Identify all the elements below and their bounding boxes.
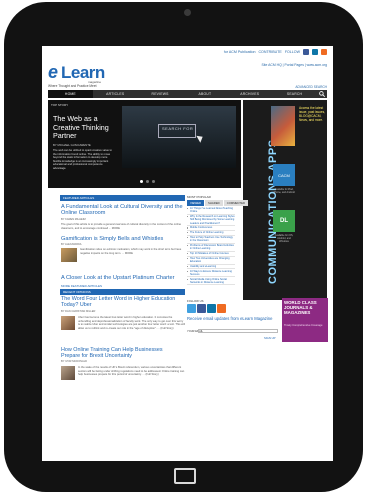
email-updates-heading: Receive email updates from eLearn Magazi…: [187, 316, 273, 321]
camera-dot: [184, 9, 191, 16]
follow-icons: [187, 304, 226, 313]
carousel-dot[interactable]: [146, 180, 149, 183]
tab-viewed[interactable]: VIEWED: [187, 200, 205, 206]
email-input[interactable]: [198, 329, 278, 333]
carousel-dots: [140, 180, 155, 183]
nav-articles[interactable]: ARTICLES: [93, 90, 138, 98]
opinion-summary: In the wake of the results of UK's Brexi…: [78, 366, 185, 376]
nav-reviews[interactable]: REVIEWS: [138, 90, 183, 98]
popular-tabs: VIEWED SHARED COMMENTED: [187, 200, 249, 206]
logo-tagline: Where Thought and Practice Meet: [48, 84, 97, 88]
header-links[interactable]: Site ACM HQ | Portal Pages | www.acm.org: [262, 63, 327, 67]
cacm-app-icon[interactable]: CACM: [273, 164, 295, 186]
top-links: for ACM Publication CONTRIBUTE FOLLOW: [224, 49, 327, 55]
list-item[interactable]: Problems of Discussion Board Activities …: [187, 244, 235, 252]
opinion-author: BY IVOR MCDONALD: [61, 360, 88, 363]
article-thumbnail[interactable]: [61, 248, 77, 262]
opinion-summary: Uber has become the latest four-letter w…: [78, 316, 185, 330]
hero-image-text: SEARCH FOR: [162, 126, 194, 131]
more-featured-articles-link[interactable]: MORE FEATURED ARTICLES: [61, 284, 102, 288]
hero-title[interactable]: The Web as a Creative Thinking Partner: [53, 114, 119, 141]
opinion-title[interactable]: The Word Four Letter Word in Higher Educ…: [61, 296, 183, 308]
hero-author: BY MICHAEL GUSCHWENTE: [53, 143, 91, 147]
follow-link[interactable]: FOLLOW: [285, 50, 300, 54]
rss-icon[interactable]: [217, 304, 226, 313]
advanced-search-link[interactable]: ADVANCED SEARCH: [295, 85, 327, 89]
world-ad-subtitle: Timely Comprehensive Coverage: [284, 324, 323, 327]
magazine-cover-image: [271, 106, 295, 146]
top-strip: for ACM Publication CONTRIBUTE FOLLOW: [42, 46, 333, 60]
logo-e: e: [48, 62, 59, 82]
popular-list: 10 Things I've Learned About Teaching On…: [187, 207, 235, 286]
carousel-dot[interactable]: [140, 180, 143, 183]
tab-commented[interactable]: COMMENTED: [223, 200, 249, 206]
communications-apps-ad[interactable]: COMMUNICATIONS APPS Access the latest is…: [243, 100, 327, 300]
elearn-logo[interactable]: e Learn magazine Where Thought and Pract…: [48, 62, 128, 88]
screen: for ACM Publication CONTRIBUTE FOLLOW e …: [42, 46, 333, 461]
featured-articles-header: FEATURED ARTICLES: [60, 195, 185, 201]
twitter-icon[interactable]: [187, 304, 196, 313]
featured-article-summary: The goal of this article is to provide a…: [61, 223, 181, 230]
hero-image[interactable]: SEARCH FOR: [122, 106, 236, 168]
world-class-journals-ad[interactable]: WORLD CLASS JOURNALS & MAGAZINES Timely …: [282, 298, 328, 342]
list-item[interactable]: Why Is the Research on Learning Styles S…: [187, 215, 235, 227]
nav-home[interactable]: HOME: [48, 90, 93, 98]
opinion-title[interactable]: How Online Training Can Help Businesses …: [61, 347, 183, 359]
list-item[interactable]: Social Media Using Online Social Network…: [187, 277, 235, 286]
recent-opinions-header: RECENT OPINIONS: [60, 289, 185, 295]
tab-shared[interactable]: SHARED: [205, 200, 223, 206]
home-button[interactable]: [174, 468, 196, 484]
nav-archives[interactable]: ARCHIVES: [227, 90, 272, 98]
featured-article-summary: Gamification relies on extrinsic motivat…: [80, 248, 182, 255]
dl-app-icon[interactable]: DL: [273, 210, 295, 232]
linkedin-icon[interactable]: [207, 304, 216, 313]
featured-article-title[interactable]: A Fundamental Look at Cultural Diversity…: [61, 204, 183, 217]
facebook-icon[interactable]: [303, 49, 309, 55]
hero-label: TOP STORY: [51, 103, 69, 107]
tablet-frame: for ACM Publication CONTRIBUTE FOLLOW e …: [4, 2, 363, 492]
list-item[interactable]: How to Help Teachers Use Technology in t…: [187, 236, 235, 244]
list-item[interactable]: 10 Ways to Ensure Distance Learning Succ…: [187, 269, 235, 278]
hero-description: The web can be utilized to spark creativ…: [53, 149, 112, 170]
search-icon[interactable]: [317, 90, 327, 98]
world-ad-title: WORLD CLASS JOURNALS & MAGAZINES: [284, 300, 317, 315]
publication-link[interactable]: for ACM Publication: [224, 50, 256, 54]
most-popular-heading: MOST POPULAR: [187, 195, 211, 199]
follow-us-heading: FOLLOW US: [187, 299, 204, 303]
featured-article-title[interactable]: A Closer Look at the Upstart Platinum Ch…: [61, 275, 183, 280]
contribute-link[interactable]: CONTRIBUTE: [258, 50, 281, 54]
featured-article-author: BY ALEXANDRIA: [61, 243, 82, 246]
dl-availability: Available for iOS, Android, and Windows: [274, 234, 294, 243]
rss-icon[interactable]: [321, 49, 327, 55]
list-item[interactable]: How Two Universities are Changing Educat…: [187, 257, 235, 265]
hero-banner[interactable]: TOP STORY The Web as a Creative Thinking…: [48, 100, 241, 188]
nav-about[interactable]: ABOUT: [182, 90, 227, 98]
featured-article-author: BY KAREN MILHEIM: [61, 218, 86, 221]
cursor-arrow-icon: [196, 133, 205, 143]
author-avatar: [61, 316, 75, 330]
list-item[interactable]: 10 Things I've Learned About Teaching On…: [187, 207, 235, 215]
nav-search[interactable]: SEARCH: [272, 90, 317, 98]
sign-up-button[interactable]: SIGN UP: [264, 336, 276, 340]
linkedin-icon[interactable]: [312, 49, 318, 55]
cacm-availability: Available for iPad, iPhone, and Android: [273, 188, 295, 194]
author-avatar: [61, 366, 75, 380]
opinion-author: BY DAN CHRISTIAN MILLER: [61, 310, 96, 313]
main-nav: HOME ARTICLES REVIEWS ABOUT ARCHIVES SEA…: [48, 90, 327, 98]
carousel-dot[interactable]: [152, 180, 155, 183]
ad-description: Access the latest issue, past issues, BL…: [299, 106, 326, 122]
featured-article-title[interactable]: Gamification is Simply Bells and Whistle…: [61, 236, 183, 242]
facebook-icon[interactable]: [197, 304, 206, 313]
